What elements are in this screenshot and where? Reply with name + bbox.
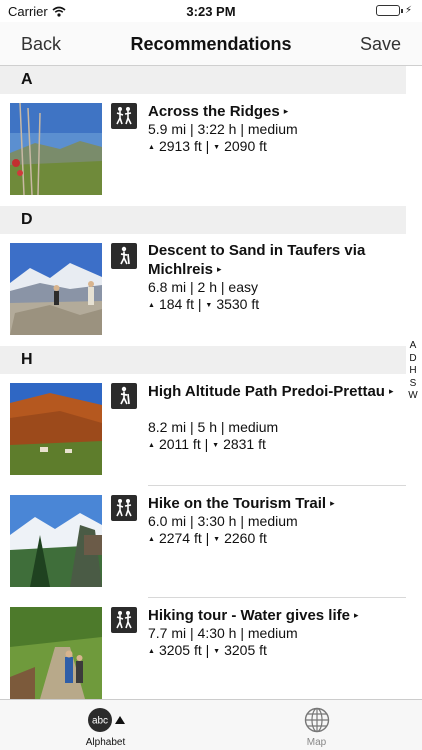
recommendation-list[interactable]: A Across the Ridges ▸ 5.9 mi | 3:22 h | m… [0, 66, 406, 699]
index-letter-d[interactable]: D [407, 353, 419, 366]
hikers-on-trail-photo [10, 607, 102, 699]
abc-sort-icon: abc [87, 708, 125, 732]
list-item[interactable]: Across the Ridges ▸ 5.9 mi | 3:22 h | med… [0, 94, 406, 206]
status-bar: Carrier 3:23 PM ⚡ [0, 0, 422, 22]
trail-elevation: ▲ 2011 ft | ▼ 2831 ft [148, 436, 266, 452]
list-item[interactable]: Hiking tour - Water gives life ▸ 7.7 mi |… [0, 598, 406, 699]
battery-icon: ⚡ [375, 5, 412, 16]
svg-text:abc: abc [91, 716, 107, 727]
disclosure-arrow-icon: ▸ [388, 386, 394, 396]
charging-icon: ⚡ [404, 5, 412, 16]
snowy-peaks-photo [10, 495, 102, 587]
page-title: Recommendations [130, 34, 292, 54]
descent-icon: ▼ [213, 144, 221, 151]
trail-elevation: ▲ 3205 ft | ▼ 3205 ft [148, 642, 267, 658]
section-header-a: A [0, 66, 406, 94]
autumn-valley-photo [10, 383, 102, 475]
disclosure-arrow-icon: ▸ [330, 498, 335, 508]
hiking-pair-icon [111, 103, 137, 129]
index-letter-s[interactable]: S [407, 378, 419, 391]
trail-title[interactable]: Hiking tour - Water gives life ▸ [148, 606, 398, 625]
tab-map-label: Map [306, 737, 327, 748]
clock-time: 3:23 PM [186, 4, 236, 19]
index-letter-w[interactable]: W [407, 390, 419, 403]
globe-icon [304, 707, 329, 733]
trail-stats: 5.9 mi | 3:22 h | medium [148, 121, 298, 137]
meadow-flowers-photo [10, 103, 102, 195]
trail-title[interactable]: Across the Ridges ▸ [148, 102, 398, 121]
disclosure-arrow-icon: ▸ [217, 264, 222, 274]
ascent-icon: ▲ [148, 648, 155, 655]
disclosure-arrow-icon: ▸ [283, 106, 289, 116]
navigation-bar: Back Recommendations Save [0, 22, 422, 66]
save-button[interactable]: Save [360, 34, 401, 55]
trail-elevation: ▲ 184 ft | ▼ 3530 ft [148, 296, 260, 312]
trail-title[interactable]: High Altitude Path Predoi-Prettau ▸ [148, 382, 398, 401]
trail-stats: 6.0 mi | 3:30 h | medium [148, 513, 298, 529]
back-button[interactable]: Back [21, 34, 61, 55]
disclosure-arrow-icon: ▸ [353, 610, 359, 620]
trail-stats: 7.7 mi | 4:30 h | medium [148, 625, 298, 641]
section-header-d: D [0, 206, 406, 234]
descent-icon: ▼ [212, 442, 220, 449]
tab-bar: abc Alphabet Map [0, 699, 422, 750]
section-index[interactable]: A D H S W [407, 340, 419, 403]
trail-elevation: ▲ 2913 ft | ▼ 2090 ft [148, 138, 267, 154]
ascent-icon: ▲ [148, 302, 155, 309]
trail-elevation: ▲ 2274 ft | ▼ 2260 ft [148, 530, 267, 546]
descent-icon: ▼ [213, 648, 221, 655]
hiking-pair-icon [111, 495, 137, 521]
trail-title[interactable]: Hike on the Tourism Trail ▸ [148, 494, 398, 513]
hiking-pair-icon [111, 607, 137, 633]
trail-stats: 6.8 mi | 2 h | easy [148, 279, 258, 295]
ascent-icon: ▲ [148, 442, 155, 449]
index-letter-h[interactable]: H [407, 365, 419, 378]
hiker-icon [111, 243, 137, 269]
tab-alphabet[interactable]: abc Alphabet [0, 700, 211, 750]
list-item[interactable]: High Altitude Path Predoi-Prettau ▸ 8.2 m… [0, 374, 406, 486]
tab-map[interactable]: Map [211, 700, 422, 750]
section-header-h: H [0, 346, 406, 374]
hiker-icon [111, 383, 137, 409]
descent-icon: ▼ [213, 536, 221, 543]
tab-alphabet-label: Alphabet [85, 737, 126, 748]
hikers-on-rocks-photo [10, 243, 102, 335]
ascent-icon: ▲ [148, 536, 155, 543]
list-item[interactable]: Hike on the Tourism Trail ▸ 6.0 mi | 3:30… [0, 486, 406, 598]
descent-icon: ▼ [205, 302, 213, 309]
trail-title[interactable]: Descent to Sand in Taufers via Michlreis… [148, 242, 398, 279]
index-letter-a[interactable]: A [407, 340, 419, 353]
trail-stats: 8.2 mi | 5 h | medium [148, 419, 279, 435]
list-item[interactable]: Descent to Sand in Taufers via Michlreis… [0, 234, 406, 346]
ascent-icon: ▲ [148, 144, 155, 151]
